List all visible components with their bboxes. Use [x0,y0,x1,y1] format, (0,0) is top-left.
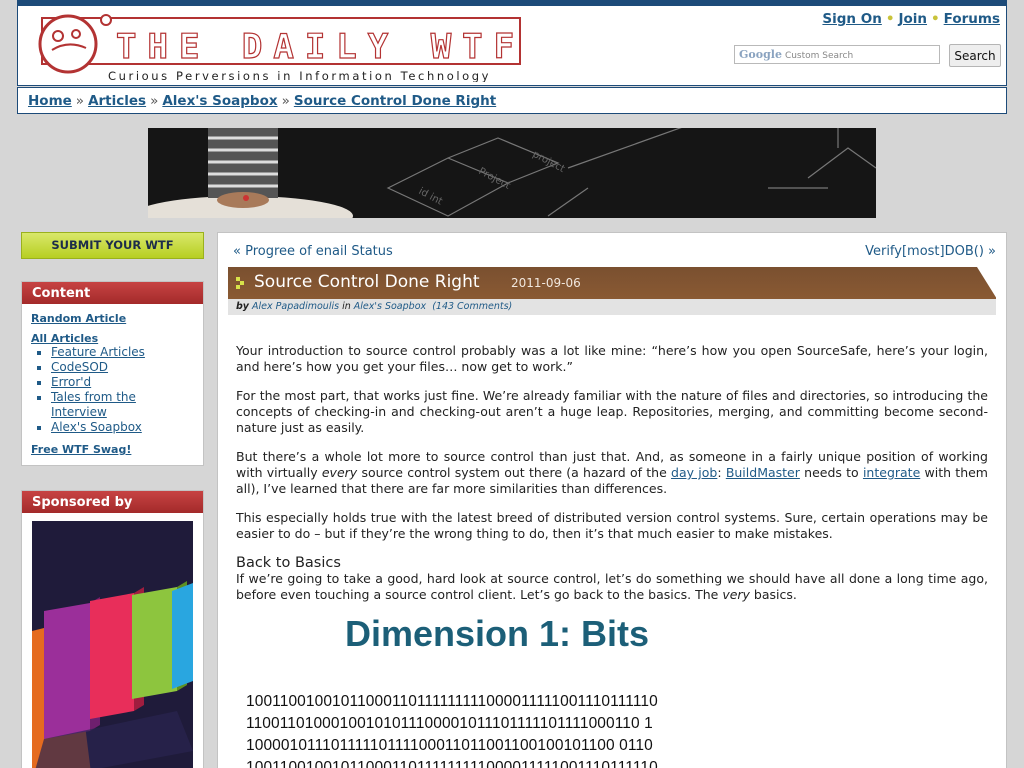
article-nav: « Progree of enail Status Verify[most]DO… [233,244,996,259]
content-box: Content Random Article All Articles Feat… [21,281,204,466]
paragraph: For the most part, that works just fine.… [236,388,988,435]
logo-tagline: Curious Perversions in Information Techn… [108,69,491,82]
category-errord[interactable]: Error'd [51,375,194,390]
article-panel: « Progree of enail Status Verify[most]DO… [217,232,1007,768]
sponsor-box: Sponsored by [21,490,204,768]
logo-graphic: THE DAILY WTF Curious Perversions in Inf… [38,14,524,83]
banner-image: Project project id int [148,128,876,218]
sign-on-link[interactable]: Sign On [822,11,881,27]
emphasis: very [722,587,750,602]
category-feature-articles[interactable]: Feature Articles [51,345,194,360]
breadcrumb-current[interactable]: Source Control Done Right [294,93,496,109]
section-heading: Back to Basics [236,555,341,571]
search-input[interactable]: Google Custom Search [734,45,940,64]
list-item: CodeSOD [51,360,194,375]
submit-wtf-button[interactable]: SUBMIT YOUR WTF [21,232,204,259]
text-span: needs to [799,465,863,480]
text-span: : [717,465,726,480]
day-job-link[interactable]: day job [671,465,717,480]
paragraph: Your introduction to source control prob… [236,343,988,374]
list-item: Alex's Soapbox [51,420,194,435]
integrate-link[interactable]: integrate [863,465,920,480]
site-logo[interactable]: THE DAILY WTF Curious Perversions in Inf… [34,10,524,83]
breadcrumb-articles[interactable]: Articles [88,93,146,109]
breadcrumb-soapbox[interactable]: Alex's Soapbox [162,93,277,109]
article-body: Your introduction to source control prob… [236,343,988,603]
byline-by: by [236,301,249,312]
article-byline: by Alex Papadimoulis in Alex's Soapbox (… [228,299,996,315]
breadcrumb-separator: » [150,93,159,109]
forums-link[interactable]: Forums [944,11,1000,27]
breadcrumb: Home» Articles» Alex's Soapbox» Source Cont… [17,87,1007,114]
link-separator: • [931,11,940,27]
link-separator: • [885,11,895,27]
page-title: Source Control Done Right [254,272,480,292]
text-span: source control system out there (a hazar… [357,465,672,480]
all-articles-link[interactable]: All Articles [31,332,194,345]
google-logo: Google [739,48,782,61]
random-article-link[interactable]: Random Article [31,312,194,325]
article-title-bar: Source Control Done Right 2011-09-06 [228,267,997,299]
category-tales-interview[interactable]: Tales from the Interview [51,390,194,420]
title-notch [977,267,997,299]
list-item: Tales from the Interview [51,390,194,420]
byline-in: in [342,301,351,312]
search-placeholder: Custom Search [784,51,854,61]
list-item: Error'd [51,375,194,390]
category-link[interactable]: Alex's Soapbox [354,301,426,312]
next-article-link[interactable]: Verify[most]DOB() » [865,244,996,259]
comments-link[interactable]: (143 Comments) [432,301,512,312]
site-header: THE DAILY WTF Curious Perversions in Inf… [17,6,1007,86]
breadcrumb-separator: » [75,93,85,109]
search-button[interactable]: Search [949,44,1001,67]
figure-title: Dimension 1: Bits [345,613,650,654]
join-link[interactable]: Join [898,11,927,27]
breadcrumb-home[interactable]: Home [28,93,72,109]
category-soapbox[interactable]: Alex's Soapbox [51,420,194,435]
logo-text: THE DAILY WTF [116,27,524,67]
prev-article-link[interactable]: « Progree of enail Status [233,244,393,259]
text-span: basics. [749,587,797,602]
user-links: Sign On • Join • Forums [822,11,1000,27]
paragraph: But there’s a whole lot more to source c… [236,449,988,497]
article-categories: Feature Articles CodeSOD Error'd Tales f… [51,345,194,435]
paragraph: If we’re going to take a good, hard look… [236,571,988,603]
ad-banner[interactable]: Project project id int [148,128,876,218]
category-codesod[interactable]: CodeSOD [51,360,194,375]
list-item: Feature Articles [51,345,194,360]
sponsor-graphic [32,521,193,768]
paragraph: This especially holds true with the late… [236,510,988,541]
text-span: If we’re going to take a good, hard look… [236,571,988,602]
breadcrumb-separator: » [281,93,290,109]
article-date: 2011-09-06 [511,276,581,290]
title-bullet-icon [236,277,244,289]
emphasis: every [321,465,358,480]
buildmaster-link[interactable]: BuildMaster [726,465,800,480]
sponsor-ad[interactable] [32,521,193,768]
author-link[interactable]: Alex Papadimoulis [252,301,339,312]
figure-bits: 1001100100101100011011111111100001111100… [246,693,658,768]
content-header: Content [22,282,203,304]
free-swag-link[interactable]: Free WTF Swag! [31,443,194,456]
article-figure: Dimension 1: Bits 1001100100101100011011… [240,611,760,768]
sponsored-header: Sponsored by [22,491,203,513]
